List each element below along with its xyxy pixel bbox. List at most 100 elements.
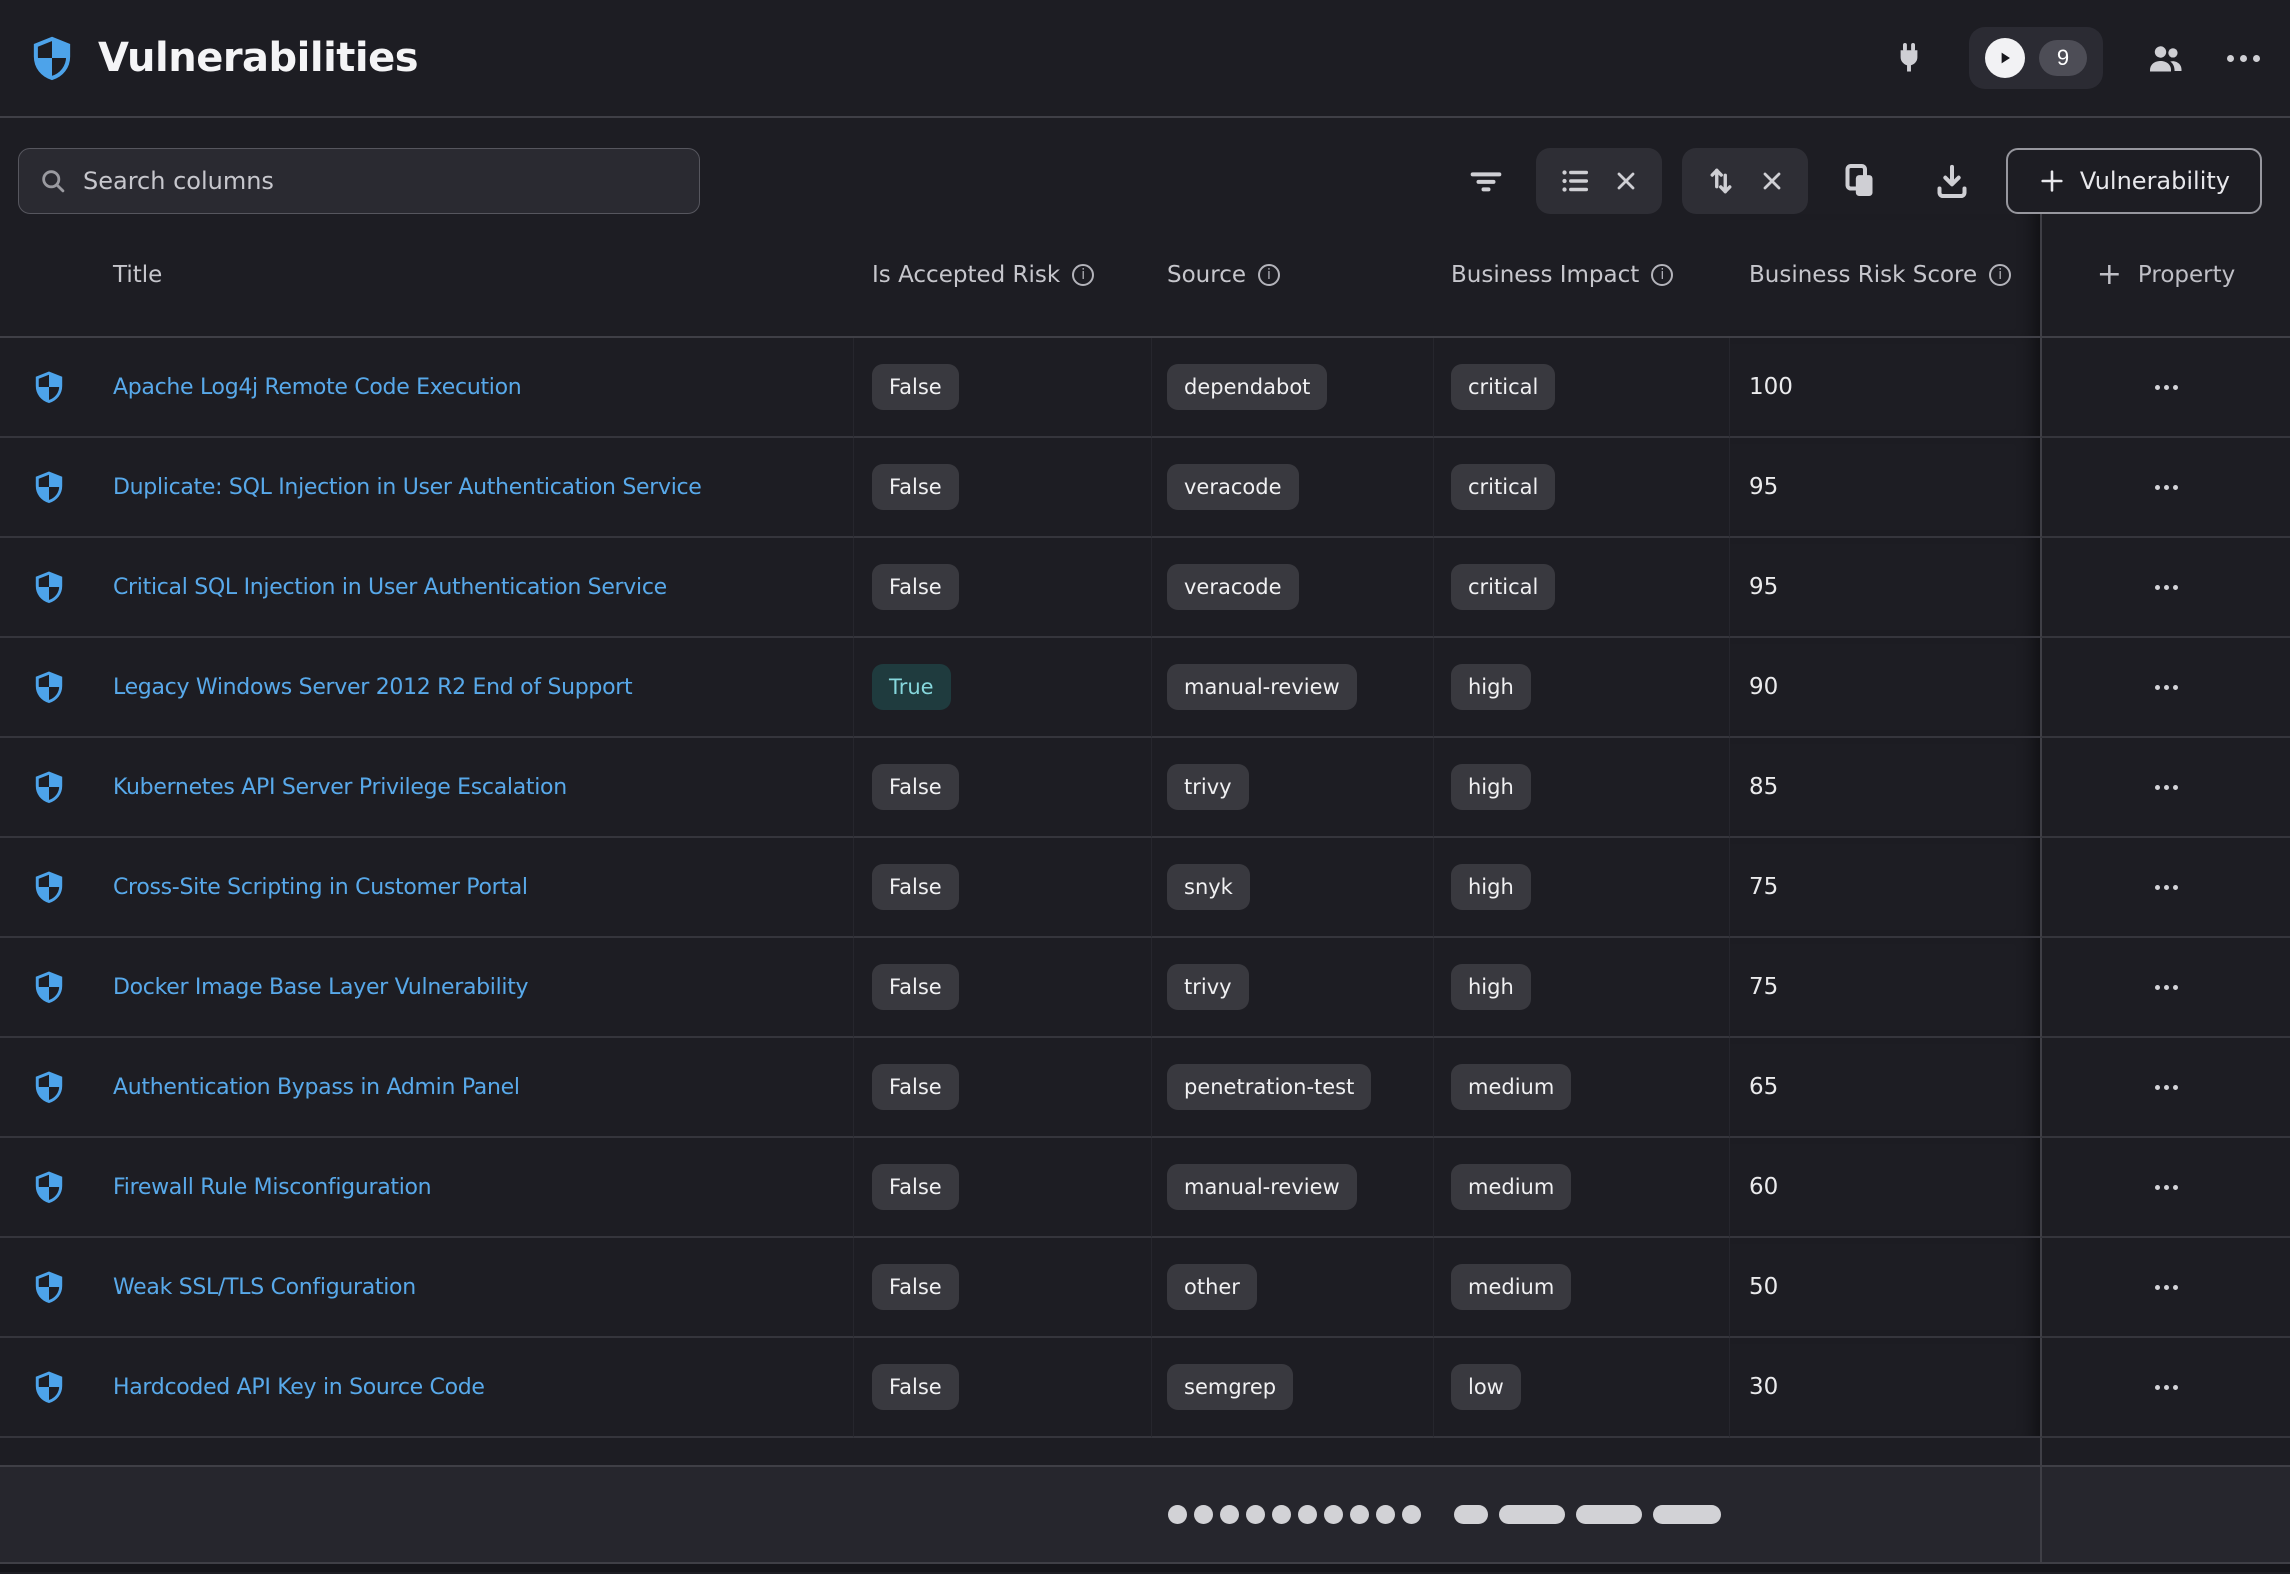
users-button[interactable]: [2145, 40, 2185, 76]
users-icon: [2145, 40, 2185, 76]
business-risk-score-value: 30: [1749, 1374, 1778, 1400]
vulnerability-title-link[interactable]: Authentication Bypass in Admin Panel: [113, 1075, 520, 1100]
app-logo-shield-icon: [30, 34, 74, 82]
source-badge: manual-review: [1167, 1164, 1357, 1210]
column-header-source[interactable]: Sourcei: [1151, 214, 1433, 336]
accepted-risk-badge: False: [872, 1164, 959, 1210]
filter-icon: [1466, 161, 1506, 201]
vulnerability-shield-icon: [33, 469, 65, 505]
sort-clear-button[interactable]: [1682, 148, 1808, 214]
skeleton-dot: [1298, 1505, 1317, 1524]
row-menu-button[interactable]: [2145, 475, 2188, 500]
info-icon[interactable]: i: [1651, 264, 1673, 286]
row-menu-button[interactable]: [2145, 375, 2188, 400]
accepted-risk-badge: False: [872, 1064, 959, 1110]
skeleton-dot: [1194, 1505, 1213, 1524]
row-menu-button[interactable]: [2145, 575, 2188, 600]
column-header-business-impact[interactable]: Business Impacti: [1433, 214, 1729, 336]
skeleton-dot: [1402, 1505, 1421, 1524]
row-menu-button[interactable]: [2145, 1275, 2188, 1300]
table-row: Duplicate: SQL Injection in User Authent…: [0, 438, 2290, 538]
list-icon: [1558, 164, 1592, 198]
table-row: Kubernetes API Server Privilege Escalati…: [0, 738, 2290, 838]
copy-button[interactable]: [1840, 161, 1880, 201]
vulnerability-title-link[interactable]: Weak SSL/TLS Configuration: [113, 1275, 416, 1300]
vulnerability-title-link[interactable]: Apache Log4j Remote Code Execution: [113, 375, 521, 400]
vulnerabilities-page: Vulnerabilities 9: [0, 0, 2290, 1574]
more-options-button[interactable]: [2227, 55, 2260, 62]
download-icon: [1932, 161, 1972, 201]
vulnerability-title-link[interactable]: Kubernetes API Server Privilege Escalati…: [113, 775, 567, 800]
source-badge: trivy: [1167, 764, 1249, 810]
runs-button[interactable]: 9: [1969, 27, 2103, 89]
vulnerability-shield-icon: [33, 1069, 65, 1105]
info-icon[interactable]: i: [1258, 264, 1280, 286]
row-menu-button[interactable]: [2145, 1175, 2188, 1200]
business-impact-badge: high: [1451, 764, 1531, 810]
column-header-business-risk-score[interactable]: Business Risk Scorei: [1729, 214, 2040, 336]
filter-button[interactable]: [1466, 161, 1506, 201]
table-row: Firewall Rule Misconfiguration False man…: [0, 1138, 2290, 1238]
vulnerability-shield-icon: [33, 869, 65, 905]
add-property-button[interactable]: + Property: [2040, 214, 2290, 336]
info-icon[interactable]: i: [1989, 264, 2011, 286]
accepted-risk-badge: False: [872, 964, 959, 1010]
vulnerability-title-link[interactable]: Hardcoded API Key in Source Code: [113, 1375, 485, 1400]
vulnerability-title-link[interactable]: Duplicate: SQL Injection in User Authent…: [113, 475, 702, 500]
page-title: Vulnerabilities: [98, 35, 418, 81]
skeleton-dot: [1324, 1505, 1343, 1524]
vulnerability-title-link[interactable]: Cross-Site Scripting in Customer Portal: [113, 875, 528, 900]
skeleton-dot: [1350, 1505, 1369, 1524]
vulnerability-title-link[interactable]: Legacy Windows Server 2012 R2 End of Sup…: [113, 675, 632, 700]
search-box: [18, 148, 700, 214]
plus-icon: +: [2097, 260, 2122, 290]
table-row: Cross-Site Scripting in Customer Portal …: [0, 838, 2290, 938]
row-menu-button[interactable]: [2145, 775, 2188, 800]
accepted-risk-badge: False: [872, 1264, 959, 1310]
column-header-title[interactable]: Title: [98, 214, 853, 336]
search-input[interactable]: [83, 167, 679, 195]
source-badge: penetration-test: [1167, 1064, 1371, 1110]
table-row: Docker Image Base Layer Vulnerability Fa…: [0, 938, 2290, 1038]
row-menu-button[interactable]: [2145, 875, 2188, 900]
source-badge: snyk: [1167, 864, 1250, 910]
row-menu-button[interactable]: [2145, 1375, 2188, 1400]
play-icon: [1985, 38, 2025, 78]
vulnerability-title-link[interactable]: Firewall Rule Misconfiguration: [113, 1175, 431, 1200]
vulnerability-shield-icon: [33, 369, 65, 405]
integrations-button[interactable]: [1891, 40, 1927, 76]
business-impact-badge: medium: [1451, 1164, 1571, 1210]
info-icon[interactable]: i: [1072, 264, 1094, 286]
source-badge: manual-review: [1167, 664, 1357, 710]
run-count-badge: 9: [2039, 40, 2087, 76]
accepted-risk-badge: False: [872, 364, 959, 410]
row-menu-button[interactable]: [2145, 975, 2188, 1000]
table-body: Apache Log4j Remote Code Execution False…: [0, 338, 2290, 1438]
download-button[interactable]: [1932, 161, 1972, 201]
business-risk-score-value: 85: [1749, 774, 1778, 800]
row-menu-button[interactable]: [2145, 1075, 2188, 1100]
column-header-accepted-risk[interactable]: Is Accepted Riski: [853, 214, 1151, 336]
grouping-clear-button[interactable]: [1536, 148, 1662, 214]
table-footer: [0, 1467, 2290, 1564]
top-bar-actions: 9: [1891, 27, 2260, 89]
source-badge: semgrep: [1167, 1364, 1293, 1410]
business-impact-badge: critical: [1451, 564, 1555, 610]
add-vulnerability-button[interactable]: Vulnerability: [2006, 148, 2262, 214]
vulnerability-title-link[interactable]: Docker Image Base Layer Vulnerability: [113, 975, 528, 1000]
toolbar: Vulnerability: [1466, 148, 2262, 214]
business-impact-badge: critical: [1451, 364, 1555, 410]
skeleton-pill: [1454, 1505, 1488, 1524]
vulnerability-shield-icon: [33, 669, 65, 705]
business-risk-score-value: 95: [1749, 574, 1778, 600]
plus-icon: [2038, 167, 2066, 195]
row-menu-button[interactable]: [2145, 675, 2188, 700]
plug-icon: [1891, 40, 1927, 76]
table-row: Hardcoded API Key in Source Code False s…: [0, 1338, 2290, 1438]
copy-icon: [1840, 161, 1880, 201]
business-risk-score-value: 65: [1749, 1074, 1778, 1100]
close-icon: [1612, 167, 1640, 195]
vulnerability-title-link[interactable]: Critical SQL Injection in User Authentic…: [113, 575, 667, 600]
table-gap-row: [0, 1438, 2290, 1467]
business-risk-score-value: 100: [1749, 374, 1793, 400]
